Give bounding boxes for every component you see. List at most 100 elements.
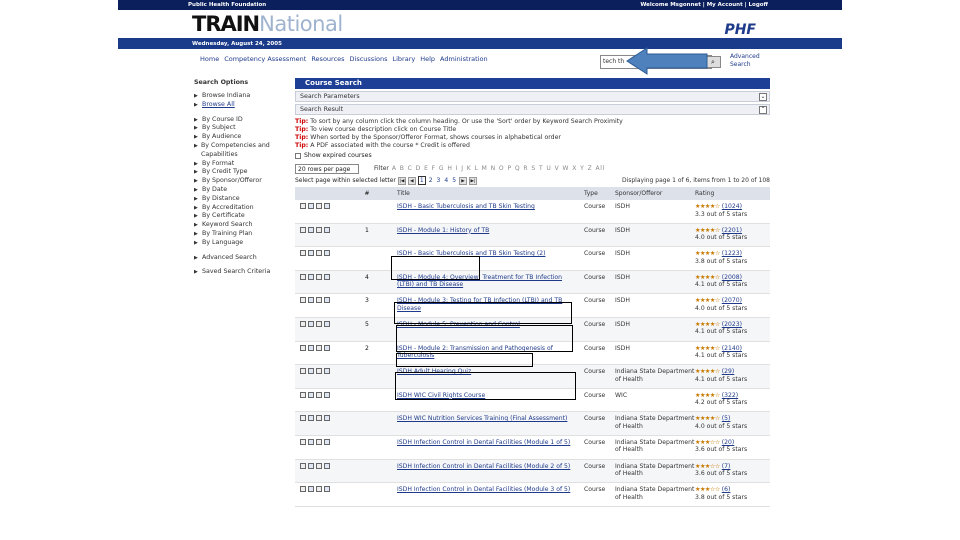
account-links[interactable]: Welcome Msgonnet | My Account | Logoff bbox=[640, 2, 768, 8]
train-logo[interactable]: TRAINNational bbox=[192, 12, 343, 36]
info-icon[interactable] bbox=[308, 203, 314, 209]
info-icon[interactable] bbox=[308, 297, 314, 304]
info-icon[interactable] bbox=[308, 344, 314, 351]
letter-n[interactable]: N bbox=[491, 165, 496, 172]
course-title-link[interactable]: ISDH Infection Control in Dental Facilit… bbox=[397, 439, 584, 447]
rating-count-link[interactable]: (20) bbox=[722, 439, 735, 446]
prev-page-icon[interactable]: ◀ bbox=[407, 176, 416, 185]
page-1[interactable]: 1 bbox=[417, 176, 426, 185]
info-icon[interactable] bbox=[308, 391, 314, 398]
pdf-icon[interactable] bbox=[300, 203, 306, 209]
letter-w[interactable]: W bbox=[562, 165, 569, 172]
next-page-icon[interactable]: ▶ bbox=[459, 176, 468, 185]
nav-administration[interactable]: Administration bbox=[440, 55, 488, 63]
sidebar-item-date[interactable]: ▶ By Date bbox=[194, 186, 286, 195]
letter-s[interactable]: S bbox=[531, 165, 535, 172]
pdf-icon[interactable] bbox=[300, 320, 306, 327]
letter-u[interactable]: U bbox=[546, 165, 551, 172]
letter-filter[interactable]: A B C D E F G H I J K L M N O P Q R S T U V W X Y Z All bbox=[392, 165, 605, 172]
letter-m[interactable]: M bbox=[482, 165, 488, 172]
rating-count-link[interactable]: (2070) bbox=[722, 297, 742, 304]
nav-library[interactable]: Library bbox=[392, 55, 415, 63]
pdf-icon[interactable] bbox=[300, 273, 306, 280]
letter-q[interactable]: Q bbox=[515, 165, 520, 172]
letter-d[interactable]: D bbox=[416, 165, 421, 172]
nav-competency-assessment[interactable]: Competency Assessment bbox=[224, 55, 306, 63]
letter-v[interactable]: V bbox=[555, 165, 560, 172]
pdf-icon[interactable] bbox=[300, 226, 306, 233]
sidebar-item-format[interactable]: ▶ By Format bbox=[194, 160, 286, 169]
sidebar-item-credit-type[interactable]: ▶ By Credit Type bbox=[194, 168, 286, 177]
letter-l[interactable]: L bbox=[475, 165, 479, 172]
info-icon[interactable] bbox=[308, 226, 314, 233]
page-3[interactable]: 3 bbox=[436, 177, 442, 184]
course-title-link[interactable]: ISDH - Basic Tuberculosis and TB Skin Te… bbox=[397, 203, 584, 211]
pdf-icon[interactable] bbox=[300, 368, 306, 375]
rating-count-link[interactable]: (29) bbox=[722, 368, 735, 375]
info-icon[interactable] bbox=[308, 273, 314, 280]
first-page-icon[interactable]: |◀ bbox=[397, 176, 406, 185]
nav-help[interactable]: Help bbox=[420, 55, 435, 63]
col-rating[interactable]: Rating bbox=[695, 190, 770, 198]
nav-resources[interactable]: Resources bbox=[311, 55, 344, 63]
letter-all[interactable]: All bbox=[595, 165, 604, 172]
letter-h[interactable]: H bbox=[447, 165, 452, 172]
course-title-link[interactable]: ISDH Infection Control in Dental Facilit… bbox=[397, 486, 584, 494]
letter-e[interactable]: E bbox=[424, 165, 428, 172]
rating-count-link[interactable]: (2023) bbox=[722, 321, 742, 328]
sidebar-item-subject[interactable]: ▶ By Subject bbox=[194, 124, 286, 133]
info-icon[interactable] bbox=[308, 486, 314, 493]
letter-y[interactable]: Y bbox=[580, 165, 584, 172]
advanced-search-link[interactable]: Advanced Search bbox=[730, 53, 770, 69]
pdf-icon[interactable] bbox=[300, 344, 306, 351]
pdf-icon[interactable] bbox=[300, 250, 306, 257]
rating-count-link[interactable]: (2140) bbox=[722, 345, 742, 352]
letter-f[interactable]: F bbox=[432, 165, 436, 172]
letter-i[interactable]: I bbox=[456, 165, 458, 172]
rating-count-link[interactable]: (5) bbox=[722, 415, 731, 422]
letter-j[interactable]: J bbox=[461, 165, 463, 172]
pdf-icon[interactable] bbox=[300, 486, 306, 493]
search-result-panel[interactable]: Search Result ⌃ bbox=[295, 104, 770, 115]
page-5[interactable]: 5 bbox=[451, 177, 457, 184]
sidebar-item-advanced-search[interactable]: ▶ Advanced Search bbox=[194, 254, 286, 263]
letter-k[interactable]: K bbox=[467, 165, 472, 172]
sidebar-item-certificate[interactable]: ▶ By Certificate bbox=[194, 212, 286, 221]
rows-per-page-select[interactable]: 20 rows per page bbox=[295, 163, 359, 174]
pdf-icon[interactable] bbox=[300, 391, 306, 398]
rating-count-link[interactable]: (2201) bbox=[722, 227, 742, 234]
letter-r[interactable]: R bbox=[523, 165, 528, 172]
info-icon[interactable] bbox=[308, 438, 314, 445]
course-title-link[interactable]: ISDH WIC Nutrition Services Training (Fi… bbox=[397, 415, 584, 423]
sidebar-item-training-plan[interactable]: ▶ By Training Plan bbox=[194, 230, 286, 239]
info-icon[interactable] bbox=[308, 462, 314, 469]
rating-count-link[interactable]: (322) bbox=[722, 392, 738, 399]
info-icon[interactable] bbox=[308, 415, 314, 422]
sidebar-item-language[interactable]: ▶ By Language bbox=[194, 239, 286, 248]
pdf-icon[interactable] bbox=[300, 462, 306, 469]
letter-o[interactable]: O bbox=[499, 165, 504, 172]
page-2[interactable]: 2 bbox=[428, 177, 434, 184]
letter-g[interactable]: G bbox=[439, 165, 444, 172]
col-sponsor[interactable]: Sponsor/Offeror bbox=[615, 190, 695, 198]
page-4[interactable]: 4 bbox=[443, 177, 449, 184]
sidebar-item-browse-indiana[interactable]: ▶ Browse Indiana bbox=[194, 92, 286, 101]
search-parameters-panel[interactable]: Search Parameters ⌄ bbox=[295, 91, 770, 102]
sidebar-item-keyword-search[interactable]: ▶ Keyword Search bbox=[194, 221, 286, 230]
letter-b[interactable]: B bbox=[400, 165, 405, 172]
info-icon[interactable] bbox=[308, 320, 314, 327]
nav-discussions[interactable]: Discussions bbox=[350, 55, 388, 63]
collapse-icon[interactable]: ⌃ bbox=[759, 106, 767, 114]
nav-home[interactable]: Home bbox=[200, 55, 219, 63]
col-num[interactable]: # bbox=[337, 190, 397, 197]
rating-count-link[interactable]: (7) bbox=[722, 463, 731, 470]
last-page-icon[interactable]: ▶| bbox=[469, 176, 478, 185]
letter-z[interactable]: Z bbox=[588, 165, 593, 172]
rating-count-link[interactable]: (6) bbox=[722, 486, 731, 493]
letter-c[interactable]: C bbox=[408, 165, 413, 172]
info-icon[interactable] bbox=[308, 250, 314, 257]
col-type[interactable]: Type bbox=[584, 190, 615, 197]
course-title-link[interactable]: ISDH - Module 1: History of TB bbox=[397, 227, 584, 235]
letter-x[interactable]: X bbox=[572, 165, 577, 172]
sidebar-item-competencies[interactable]: ▶ By Competencies and Capabilities bbox=[194, 142, 286, 160]
